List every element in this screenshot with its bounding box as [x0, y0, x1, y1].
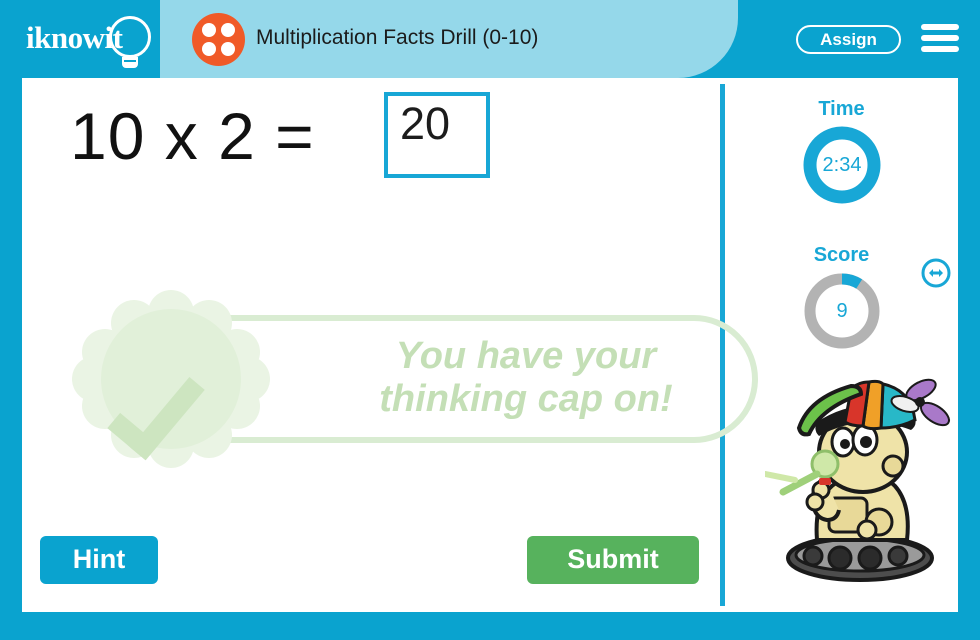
iknowit-logo[interactable]: iknowit	[24, 12, 164, 68]
dice-dot	[202, 42, 216, 56]
hint-button[interactable]: Hint	[40, 536, 158, 584]
feedback-banner: You have your thinking cap on!	[72, 290, 758, 468]
answer-input[interactable]: 20	[384, 92, 490, 178]
lightbulb-icon	[109, 16, 151, 58]
app-window: iknowit Multiplication Facts Drill (0-10…	[0, 0, 980, 640]
seal-disc	[101, 309, 241, 461]
dice-dot	[221, 23, 235, 37]
dice-four-icon	[192, 13, 245, 66]
feedback-message: You have your thinking cap on!	[316, 335, 736, 421]
resize-horizontal-icon[interactable]	[921, 258, 951, 288]
stats-sidebar: Time 2:34 Score 9	[725, 78, 958, 612]
score-ring: 9	[803, 272, 881, 350]
answer-value: 20	[400, 98, 451, 149]
submit-button[interactable]: Submit	[527, 536, 699, 584]
feedback-message-line1: You have your	[395, 335, 657, 377]
dice-dot	[221, 42, 235, 56]
hamburger-menu-icon[interactable]	[921, 24, 959, 54]
app-header: iknowit Multiplication Facts Drill (0-10…	[0, 0, 980, 78]
logo-wordmark: iknowit	[26, 20, 123, 55]
feedback-ribbon: You have your thinking cap on!	[210, 315, 758, 443]
time-ring: 2:34	[803, 126, 881, 204]
dice-dot	[202, 23, 216, 37]
check-seal-icon	[72, 290, 270, 468]
feedback-message-line2: thinking cap on!	[379, 378, 673, 420]
time-value: 2:34	[822, 154, 862, 176]
lesson-title: Multiplication Facts Drill (0-10)	[256, 26, 539, 49]
main-panel: 10 x 2 = 20 You have your thinking cap o…	[22, 78, 958, 612]
menu-bar	[921, 46, 959, 52]
time-label: Time	[818, 98, 865, 120]
assign-button[interactable]: Assign	[796, 25, 901, 54]
robot-mascot-icon	[762, 370, 955, 585]
menu-bar	[921, 24, 959, 30]
menu-bar	[921, 35, 959, 41]
question-expression: 10 x 2 =	[70, 99, 315, 173]
score-value: 9	[836, 300, 848, 322]
lightbulb-base-icon	[122, 57, 138, 68]
